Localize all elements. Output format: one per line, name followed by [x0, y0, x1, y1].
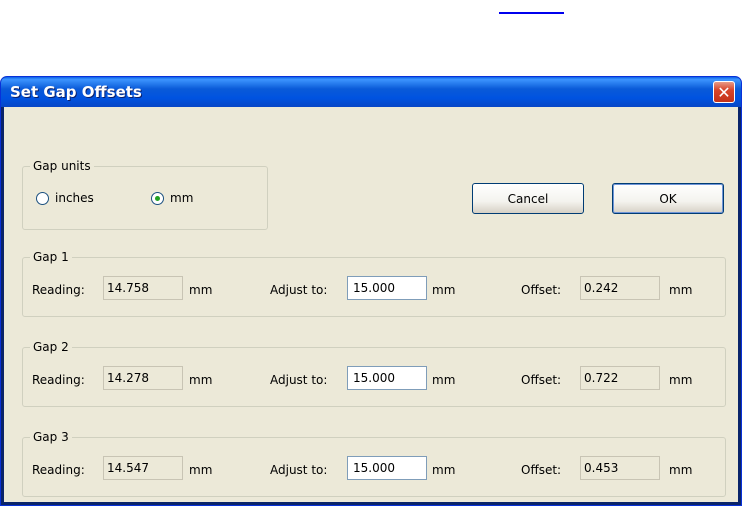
radio-inches[interactable]: inches: [36, 191, 94, 205]
gap-3-reading-unit: mm: [189, 463, 213, 477]
gap-units-group: Gap units inches mm: [22, 159, 268, 230]
gap-3-reading-value: 14.547: [103, 456, 183, 480]
gap-2-adjust-unit: mm: [432, 373, 456, 387]
gap-3-legend: Gap 3: [30, 430, 72, 444]
ok-button[interactable]: OK: [612, 183, 724, 214]
gap-2-offset-value: 0.722: [580, 366, 660, 390]
close-button[interactable]: ✕: [713, 81, 735, 103]
gap-2-adjust-label: Adjust to:: [270, 373, 328, 387]
gap-2-group: Gap 2 Reading: 14.278 mm Adjust to: 15.0…: [22, 340, 726, 407]
gap-1-group: Gap 1 Reading: 14.758 mm Adjust to: 15.0…: [22, 250, 726, 317]
gap-2-offset-unit: mm: [669, 373, 693, 387]
gap-2-reading-label: Reading:: [32, 373, 85, 387]
gap-2-legend: Gap 2: [30, 340, 72, 354]
title-bar[interactable]: Set Gap Offsets ✕: [1, 77, 741, 107]
radio-mm-label: mm: [170, 191, 194, 205]
gap-1-adjust-unit: mm: [432, 283, 456, 297]
gap-1-offset-value: 0.242: [580, 276, 660, 300]
radio-inches-dot: [40, 196, 45, 201]
gap-2-offset-label: Offset:: [521, 373, 562, 387]
gap-3-group: Gap 3 Reading: 14.547 mm Adjust to: 15.0…: [22, 430, 726, 497]
dialog-client-area: Gap units inches mm Cancel OK Gap 1 Read…: [4, 107, 738, 502]
radio-mm-circle: [151, 191, 164, 205]
dialog-title: Set Gap Offsets: [10, 83, 142, 101]
gap-units-legend: Gap units: [30, 159, 94, 173]
radio-inches-label: inches: [55, 191, 94, 205]
gap-3-offset-unit: mm: [669, 463, 693, 477]
radio-mm-dot: [155, 195, 160, 201]
gap-3-adjust-unit: mm: [432, 463, 456, 477]
gap-1-legend: Gap 1: [30, 250, 72, 264]
gap-3-reading-label: Reading:: [32, 463, 85, 477]
gap-2-adjust-input[interactable]: 15.000: [347, 366, 427, 390]
cancel-button[interactable]: Cancel: [472, 183, 584, 214]
gap-2-reading-value: 14.278: [103, 366, 183, 390]
gap-1-adjust-input[interactable]: 15.000: [347, 276, 427, 300]
gap-1-offset-unit: mm: [669, 283, 693, 297]
gap-3-adjust-input[interactable]: 15.000: [347, 456, 427, 480]
close-icon: ✕: [717, 82, 731, 102]
gap-1-adjust-label: Adjust to:: [270, 283, 328, 297]
radio-mm[interactable]: mm: [151, 191, 193, 205]
background-link-underline: [499, 0, 564, 14]
gap-3-offset-label: Offset:: [521, 463, 562, 477]
gap-3-offset-value: 0.453: [580, 456, 660, 480]
gap-1-reading-value: 14.758: [103, 276, 183, 300]
gap-1-reading-unit: mm: [189, 283, 213, 297]
gap-2-reading-unit: mm: [189, 373, 213, 387]
gap-1-offset-label: Offset:: [521, 283, 562, 297]
gap-1-reading-label: Reading:: [32, 283, 85, 297]
radio-inches-circle: [36, 191, 49, 205]
gap-3-adjust-label: Adjust to:: [270, 463, 328, 477]
set-gap-offsets-dialog: Set Gap Offsets ✕ Gap units inches mm Ca…: [0, 76, 742, 506]
